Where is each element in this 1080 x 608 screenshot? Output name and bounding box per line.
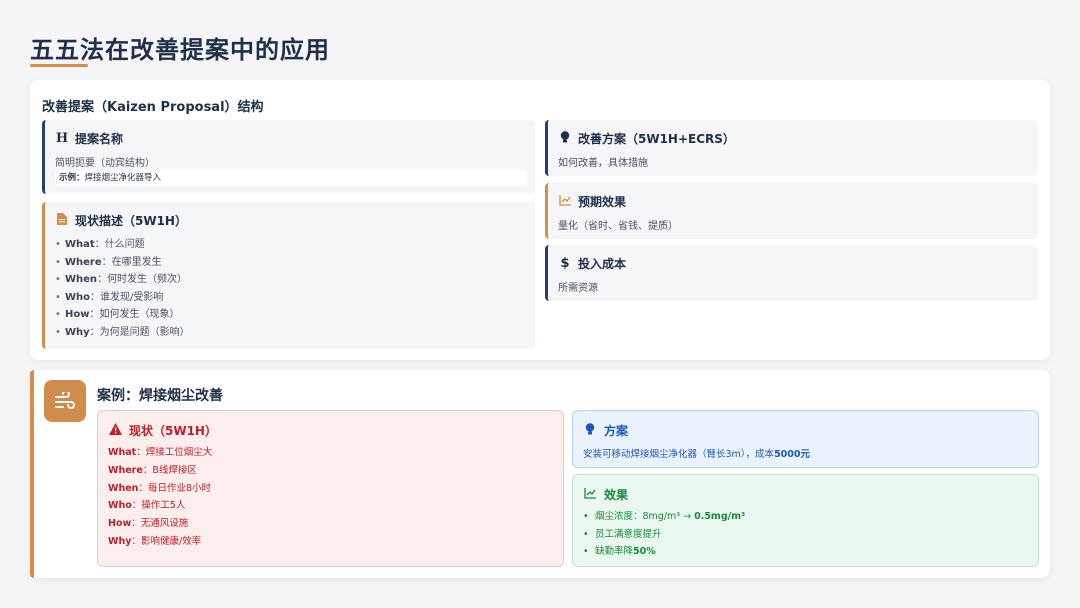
case-effect-title: 效果	[604, 488, 629, 502]
heading-icon: H	[55, 131, 69, 146]
improvement-plan-title: 改善方案（5W1H+ECRS）	[578, 132, 735, 146]
list-item: When：每日作业8小时	[108, 482, 212, 494]
document-icon	[55, 213, 69, 228]
case-5w1h-list: What：焊接工位烟尘大 Where：B线焊接区 When：每日作业8小时 Wh…	[108, 444, 212, 551]
expected-effect-desc: 量化（省时、省钱、提质）	[558, 221, 678, 232]
investment-cost-header: $ 投入成本	[558, 255, 626, 272]
proposal-name-title: 提案名称	[75, 132, 124, 146]
investment-cost-title: 投入成本	[578, 257, 627, 271]
list-item: Where：B线焊接区	[108, 464, 197, 476]
case-status-panel: 现状（5W1H） What：焊接工位烟尘大 Where：B线焊接区 When：每…	[97, 410, 564, 567]
proposal-structure-card: 改善提案（Kaizen Proposal）结构 H 提案名称 简明扼要（动宾结构…	[30, 80, 1050, 360]
case-effect-header: 效果	[583, 486, 628, 503]
proposal-name-block: H 提案名称 简明扼要（动宾结构） 示例：焊接烟尘净化器导入	[42, 120, 535, 194]
list-item: 缺勤率降50%	[583, 543, 745, 561]
list-item: When：何时发生（频次）	[55, 271, 190, 289]
lightbulb-icon	[583, 423, 597, 438]
title-underline	[30, 64, 88, 67]
line-chart-icon	[558, 194, 572, 209]
status-description-header: 现状描述（5W1H）	[55, 212, 187, 229]
investment-cost-desc: 所需资源	[558, 283, 598, 294]
expected-effect-header: 预期效果	[558, 193, 626, 210]
structure-heading: 改善提案（Kaizen Proposal）结构	[42, 100, 264, 115]
case-accent-bar	[30, 370, 34, 578]
list-item: How：无通风设施	[108, 518, 189, 530]
list-item: What：什么问题	[55, 236, 190, 254]
proposal-name-example: 示例：焊接烟尘净化器导入	[55, 170, 527, 186]
case-status-header: 现状（5W1H）	[108, 422, 217, 439]
improvement-plan-block: 改善方案（5W1H+ECRS） 如何改善，具体措施	[545, 120, 1038, 176]
list-item: Who：操作工5人	[108, 500, 186, 512]
lightbulb-icon	[558, 131, 572, 146]
case-effect-list: 烟尘浓度：8mg/m³ → 0.5mg/m³ 员工满意度提升 缺勤率降50%	[583, 508, 745, 561]
example-label: 示例：	[59, 173, 85, 183]
dollar-icon: $	[560, 256, 570, 271]
list-item: Who：谁发现/受影响	[55, 289, 190, 307]
status-description-block: 现状描述（5W1H） What：什么问题 Where：在哪里发生 When：何时…	[42, 202, 535, 349]
case-plan-title: 方案	[604, 424, 629, 438]
list-item: Why：影响健康/效率	[108, 535, 202, 547]
case-plan-text: 安装可移动焊接烟尘净化器（臂长3m），成本5000元	[583, 449, 811, 460]
warning-icon	[108, 423, 122, 438]
expected-effect-title: 预期效果	[578, 195, 627, 209]
case-plan-cost: 5000元	[774, 449, 811, 460]
status-5w1h-list: What：什么问题 Where：在哪里发生 When：何时发生（频次） Who：…	[55, 236, 190, 342]
case-effect-panel: 效果 烟尘浓度：8mg/m³ → 0.5mg/m³ 员工满意度提升 缺勤率降50…	[572, 474, 1039, 567]
proposal-name-header: H 提案名称	[55, 130, 123, 147]
case-status-title: 现状（5W1H）	[129, 424, 217, 438]
list-item: 烟尘浓度：8mg/m³ → 0.5mg/m³	[583, 508, 745, 526]
list-item: 员工满意度提升	[583, 526, 745, 544]
investment-cost-block: $ 投入成本 所需资源	[545, 245, 1038, 301]
improvement-plan-desc: 如何改善，具体措施	[558, 158, 648, 169]
list-item: Where：在哪里发生	[55, 254, 190, 272]
case-plan-panel: 方案 安装可移动焊接烟尘净化器（臂长3m），成本5000元	[572, 410, 1039, 468]
proposal-name-desc: 简明扼要（动宾结构）	[55, 158, 155, 169]
example-value: 焊接烟尘净化器导入	[84, 173, 162, 183]
case-title: 案例：焊接烟尘改善	[97, 388, 223, 404]
wind-icon	[44, 380, 86, 422]
case-card: 案例：焊接烟尘改善 现状（5W1H） What：焊接工位烟尘大 Where：B线…	[30, 370, 1050, 578]
improvement-plan-header: 改善方案（5W1H+ECRS）	[558, 130, 735, 147]
status-description-title: 现状描述（5W1H）	[75, 214, 187, 228]
case-plan-header: 方案	[583, 422, 628, 439]
list-item: How：如何发生（现象）	[55, 306, 190, 324]
list-item: What：焊接工位烟尘大	[108, 447, 213, 458]
page-title: 五五法在改善提案中的应用	[30, 36, 330, 64]
list-item: Why：为何是问题（影响）	[55, 324, 190, 342]
expected-effect-block: 预期效果 量化（省时、省钱、提质）	[545, 183, 1038, 239]
line-chart-icon	[583, 487, 597, 502]
